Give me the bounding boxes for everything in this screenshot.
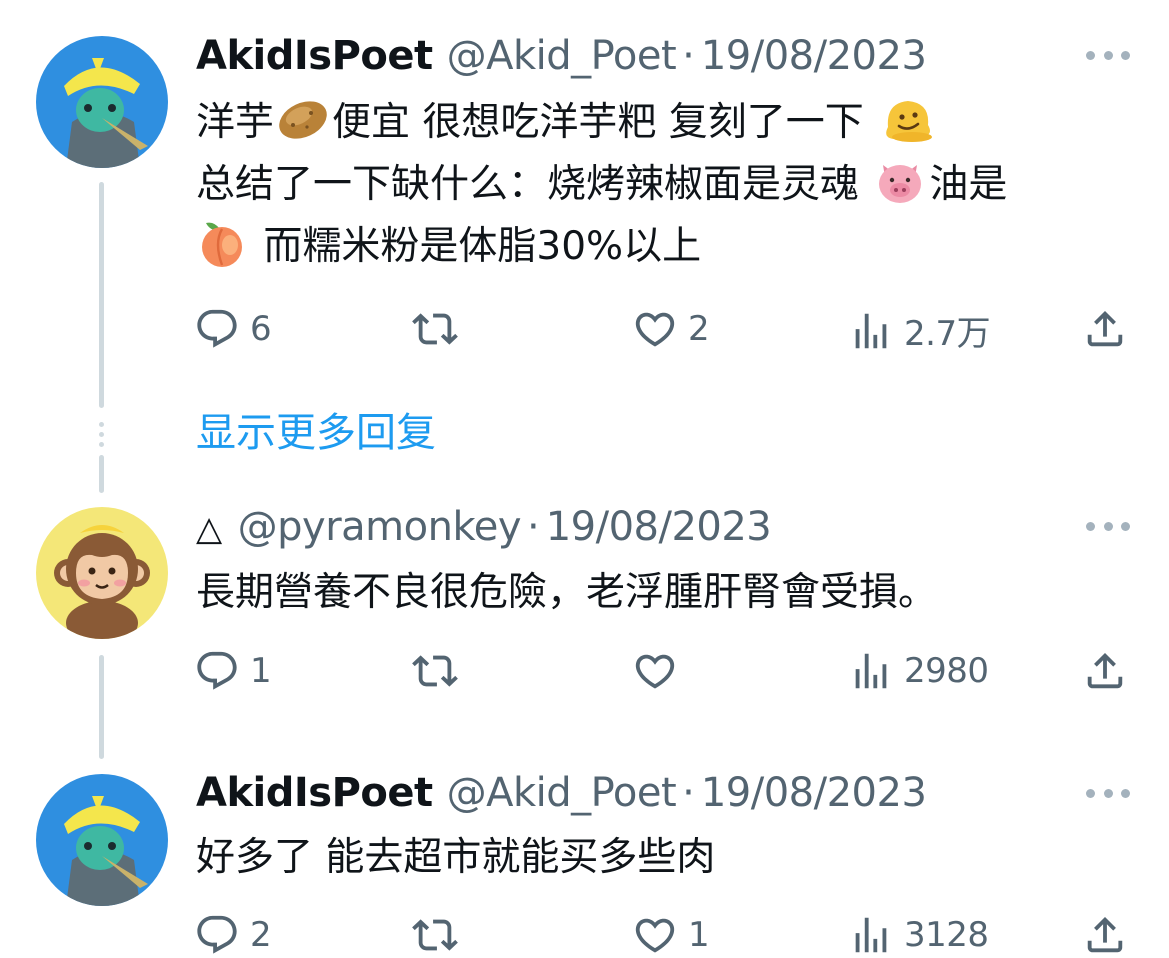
separator-dot: · xyxy=(682,770,695,816)
tweet-line: 总结了一下缺什么：烧烤辣椒面是灵魂 油是 xyxy=(196,154,1007,216)
views-icon xyxy=(848,912,894,958)
user-handle[interactable]: @Akid_Poet xyxy=(447,770,677,816)
retweet-button[interactable] xyxy=(412,912,468,958)
like-icon xyxy=(632,648,678,694)
views-button[interactable]: 2980 xyxy=(848,648,989,694)
tweet-text: 長期營養不良很危險，老浮腫肝腎會受損。 xyxy=(196,570,938,615)
thread-dot xyxy=(99,432,104,437)
thread-line xyxy=(99,655,104,759)
avatar-image xyxy=(36,774,168,906)
more-options-icon[interactable] xyxy=(1086,47,1130,63)
share-button[interactable] xyxy=(1082,912,1128,958)
share-icon xyxy=(1082,648,1128,694)
text-segment: 总结了一下缺什么：烧烤辣椒面是灵魂 xyxy=(196,162,860,207)
avatar-image xyxy=(36,507,168,639)
thread-line xyxy=(99,182,104,408)
tweet-header: △ @pyramonkey · 19/08/2023 xyxy=(196,504,772,552)
tweet-date[interactable]: 19/08/2023 xyxy=(546,504,772,550)
text-segment: 便宜 很想吃洋芋粑 复刻了一下 xyxy=(332,100,864,145)
tweet-header: AkidIsPoet @Akid_Poet · 19/08/2023 xyxy=(196,33,927,79)
text-segment: 而糯米粉是体脂30%以上 xyxy=(263,224,702,269)
views-count: 2980 xyxy=(904,651,989,691)
pig-face-emoji-icon xyxy=(879,165,922,203)
user-handle[interactable]: @Akid_Poet xyxy=(447,33,677,79)
tweet-header: AkidIsPoet @Akid_Poet · 19/08/2023 xyxy=(196,770,927,816)
reply-count: 1 xyxy=(250,651,272,691)
tweet-date[interactable]: 19/08/2023 xyxy=(701,33,927,79)
tweet-text: 好多了 能去超市就能买多些肉 xyxy=(196,835,716,880)
show-more-replies-link[interactable]: 显示更多回复 xyxy=(196,408,436,458)
reply-icon xyxy=(194,912,240,958)
display-name[interactable]: △ xyxy=(196,506,222,552)
views-count: 3128 xyxy=(904,915,989,955)
more-options-icon[interactable] xyxy=(1086,518,1130,534)
share-icon xyxy=(1082,306,1128,352)
like-icon xyxy=(632,306,678,352)
reply-button[interactable]: 1 xyxy=(194,648,272,694)
retweet-button[interactable] xyxy=(412,306,468,352)
potato-emoji-icon xyxy=(279,101,327,139)
thread-dot xyxy=(99,442,104,447)
tweet-line: 洋芋 便宜 很想吃洋芋粑 复刻了一下 xyxy=(196,92,1007,154)
like-button[interactable] xyxy=(632,648,688,694)
display-name[interactable]: AkidIsPoet xyxy=(196,770,433,816)
share-button[interactable] xyxy=(1082,306,1128,352)
display-name[interactable]: AkidIsPoet xyxy=(196,33,433,79)
avatar[interactable] xyxy=(36,36,168,168)
views-count: 2.7万 xyxy=(904,314,991,354)
like-count: 1 xyxy=(688,915,710,955)
retweet-button[interactable] xyxy=(412,648,468,694)
views-icon xyxy=(848,648,894,694)
retweet-icon xyxy=(412,912,458,958)
separator-dot: · xyxy=(526,504,540,550)
text-segment: 油是 xyxy=(929,162,1008,207)
reply-count: 6 xyxy=(250,309,272,349)
avatar-image xyxy=(36,36,168,168)
reply-icon xyxy=(194,648,240,694)
avatar[interactable] xyxy=(36,774,168,906)
retweet-icon xyxy=(412,648,458,694)
like-icon xyxy=(632,912,678,958)
retweet-icon xyxy=(412,306,458,352)
like-button[interactable]: 1 xyxy=(632,912,710,958)
melting-face-emoji-icon xyxy=(886,101,933,142)
reply-icon xyxy=(194,306,240,352)
reply-count: 2 xyxy=(250,915,272,955)
peach-emoji-icon xyxy=(202,222,242,267)
reply-button[interactable]: 6 xyxy=(194,306,272,352)
tweet-line: 而糯米粉是体脂30%以上 xyxy=(196,216,1007,278)
separator-dot: · xyxy=(682,33,695,79)
tweet-text: 洋芋 便宜 很想吃洋芋粑 复刻了一下 总结了一下缺什么：烧烤辣椒面是灵魂 油是 而… xyxy=(196,92,1007,278)
like-button[interactable]: 2 xyxy=(632,306,710,352)
thread-line xyxy=(99,455,104,493)
like-count: 2 xyxy=(688,309,710,349)
text-segment: 洋芋 xyxy=(196,100,275,145)
share-button[interactable] xyxy=(1082,648,1128,694)
user-handle[interactable]: @pyramonkey xyxy=(238,504,522,550)
tweet-date[interactable]: 19/08/2023 xyxy=(701,770,927,816)
thread-dot xyxy=(99,422,104,427)
views-button[interactable]: 3128 xyxy=(848,912,989,958)
avatar[interactable] xyxy=(36,507,168,639)
reply-button[interactable]: 2 xyxy=(194,912,272,958)
views-button[interactable]: 2.7万 xyxy=(848,306,991,355)
share-icon xyxy=(1082,912,1128,958)
views-icon xyxy=(848,308,894,354)
more-options-icon[interactable] xyxy=(1086,785,1130,801)
